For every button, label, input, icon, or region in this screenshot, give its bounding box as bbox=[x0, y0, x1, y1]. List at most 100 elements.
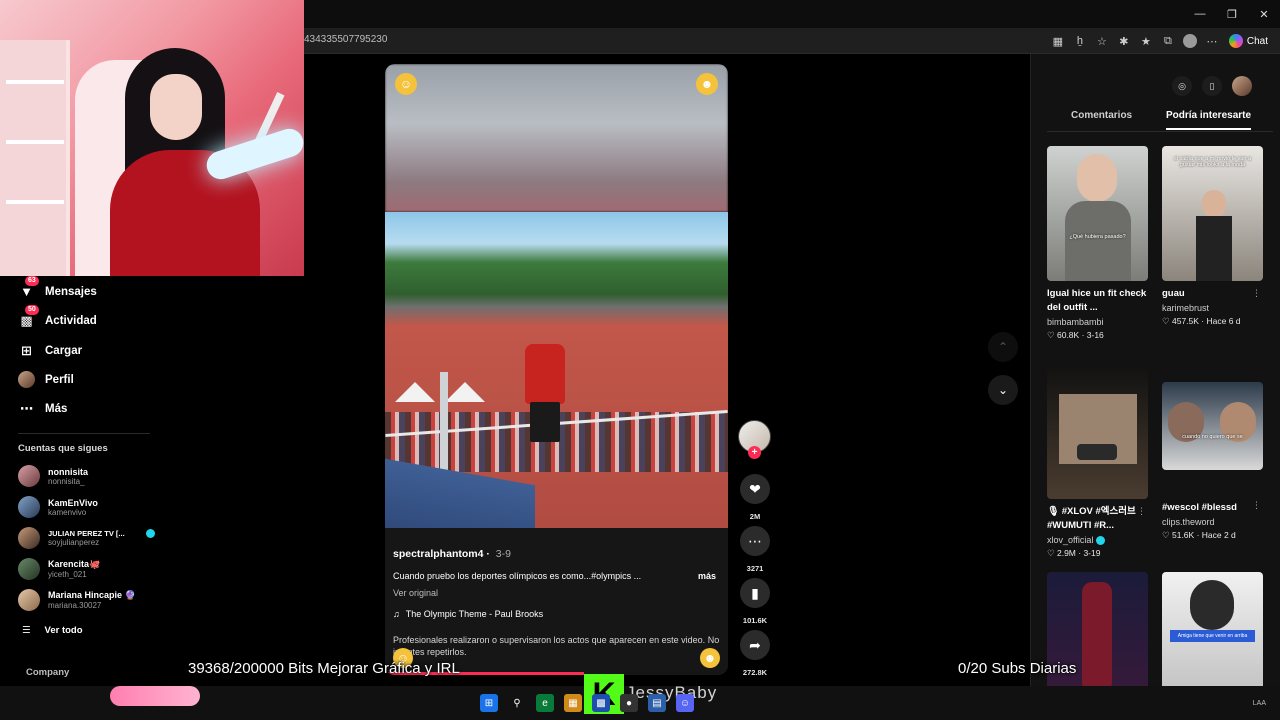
account-handle: soyjulianperez bbox=[48, 538, 100, 547]
more-options-icon[interactable]: ⋮ bbox=[1137, 288, 1146, 299]
card-title: #wescol #blessd bbox=[1162, 502, 1237, 513]
language-icon[interactable]: LAA bbox=[1253, 700, 1266, 707]
restore-icon[interactable]: ❐ bbox=[1216, 0, 1248, 28]
recommended-video-card[interactable]: si sabía que a mi novio le van a gustar … bbox=[1162, 146, 1263, 327]
chevron-up-icon: ⌃ bbox=[997, 340, 1009, 354]
blurred-backdrop bbox=[385, 64, 728, 212]
recommended-video-card[interactable]: cuando no quiero que se #wescol #blessd … bbox=[1162, 382, 1263, 541]
address-bar[interactable]: 434335507795230 ▦ ẖ ☆ ✱ ★ ⧉ ⋯ Chat bbox=[304, 28, 1280, 54]
device-icon[interactable]: ▯ bbox=[1202, 76, 1222, 96]
previous-video-button[interactable]: ⌃ bbox=[988, 332, 1018, 362]
video-player[interactable]: ☺ ☻ spectralphantom4 · 3-9 Cuando pruebo… bbox=[385, 64, 728, 675]
folder-icon[interactable]: ▦ bbox=[564, 694, 582, 712]
sidebar-item-cargar[interactable]: ⊞ Cargar bbox=[18, 342, 82, 359]
recommended-video-card[interactable]: ¿Qué hubiera pasado? Igual hice un fit c… bbox=[1047, 146, 1148, 341]
account-name: JULIAN PEREZ TV [... bbox=[48, 529, 125, 538]
video-author[interactable]: spectralphantom4 · 3-9 bbox=[393, 548, 511, 560]
search-icon[interactable]: ⚲ bbox=[508, 694, 526, 712]
post-date: 3-19 bbox=[1083, 548, 1101, 558]
account-name: KamEnVivo bbox=[48, 497, 98, 508]
start-icon[interactable]: ⊞ bbox=[480, 694, 498, 712]
company-link[interactable]: Company bbox=[26, 667, 69, 678]
see-more-link[interactable]: más bbox=[698, 571, 716, 581]
next-video-button[interactable]: ⌄ bbox=[988, 375, 1018, 405]
save-count: 101.6K bbox=[742, 616, 768, 625]
url-text[interactable]: 434335507795230 bbox=[304, 34, 387, 45]
card-stats: ♡ 60.8K · 3-16 bbox=[1047, 330, 1104, 340]
avatar bbox=[18, 465, 40, 487]
athlete bbox=[525, 344, 565, 404]
sidebar-item-perfil[interactable]: Perfil bbox=[18, 371, 74, 388]
more-options-icon[interactable]: ⋮ bbox=[1137, 506, 1146, 517]
followed-account[interactable]: Karencita🐙 yiceth_021 bbox=[18, 558, 100, 580]
tab-podria-interesarte[interactable]: Podría interesarte bbox=[1166, 110, 1252, 130]
more-options-icon[interactable]: ⋮ bbox=[1252, 500, 1261, 511]
profile-avatar[interactable] bbox=[1181, 32, 1199, 50]
live-icon[interactable]: ◎ bbox=[1172, 76, 1192, 96]
card-stats: ♡ 457.5K · Hace 6 d bbox=[1162, 316, 1241, 326]
edge-icon[interactable]: e bbox=[536, 694, 554, 712]
performer bbox=[1082, 582, 1112, 686]
like-count: 60.8K bbox=[1056, 330, 1080, 340]
sidebar-item-mensajes[interactable]: ▼ 63 Mensajes bbox=[18, 276, 97, 300]
obs-icon[interactable]: ● bbox=[620, 694, 638, 712]
minimize-icon[interactable]: — bbox=[1184, 0, 1216, 28]
store-icon[interactable]: ▩ bbox=[592, 694, 610, 712]
see-original-link[interactable]: Ver original bbox=[393, 588, 438, 598]
person-face bbox=[1202, 190, 1226, 218]
card-author: clips.theword bbox=[1162, 517, 1215, 527]
chat-label: Chat bbox=[1246, 35, 1268, 47]
video-thumbnail bbox=[1047, 364, 1148, 499]
thumbnail-caption: si sabía que a mi novio le van a gustar … bbox=[1173, 156, 1252, 168]
collections-icon[interactable]: ⧉ bbox=[1159, 32, 1177, 50]
post-date: Hace 2 d bbox=[1201, 530, 1236, 540]
like-button[interactable]: ❤ 2M bbox=[739, 474, 771, 521]
like-count: 2.9M bbox=[1056, 548, 1076, 558]
panel-toolbar: ◎ ▯ bbox=[1172, 76, 1252, 96]
tab-comentarios[interactable]: Comentarios bbox=[1071, 110, 1132, 121]
discord-icon[interactable]: ☺ bbox=[676, 694, 694, 712]
recommended-video-card[interactable]: Amiga tiene que venir en arriba bbox=[1162, 572, 1263, 686]
recommended-video-card[interactable]: 🎙 #XLOV #엑스러브 #WUMUTI #R... ⋮ xlov_offic… bbox=[1047, 364, 1148, 559]
sidebar-item-mas[interactable]: ⋯ Más bbox=[18, 400, 67, 417]
share-button[interactable]: ➦ 272.8K bbox=[739, 630, 771, 677]
post-date: Hace 6 d bbox=[1206, 316, 1241, 326]
avatar[interactable] bbox=[1232, 76, 1252, 96]
more-options-icon[interactable]: ⋮ bbox=[1252, 288, 1261, 299]
sidebar-item-label: Perfil bbox=[45, 373, 74, 386]
favorites-icon[interactable]: ★ bbox=[1137, 32, 1155, 50]
close-icon[interactable]: ✕ bbox=[1248, 0, 1280, 28]
safety-warning: Profesionales realizaron o supervisaron … bbox=[393, 635, 720, 657]
card-author-row: xlov_official bbox=[1047, 535, 1148, 545]
see-all-label: Ver todo bbox=[44, 625, 83, 636]
sidebar-item-label: Más bbox=[45, 402, 68, 415]
app-icon[interactable]: ▤ bbox=[648, 694, 666, 712]
shelf bbox=[0, 40, 70, 276]
card-title: guau bbox=[1162, 288, 1185, 299]
followed-account[interactable]: nonnisita nonnisita_ bbox=[18, 465, 88, 487]
sidebar-item-actividad[interactable]: ▩ 50 Actividad bbox=[18, 305, 97, 329]
verified-icon bbox=[145, 529, 155, 538]
app-available-icon[interactable]: ▦ bbox=[1049, 32, 1067, 50]
favorite-star-icon[interactable]: ☆ bbox=[1093, 32, 1111, 50]
ellipsis-icon: ⋯ bbox=[20, 400, 33, 416]
card-title: 🎙 #XLOV #엑스러브 #WUMUTI #R... bbox=[1047, 506, 1136, 531]
account-name: nonnisita bbox=[48, 466, 88, 477]
follow-plus-icon[interactable]: + bbox=[748, 446, 761, 459]
see-all-button[interactable]: ☰ Ver todo bbox=[22, 625, 83, 636]
translate-icon[interactable]: ẖ bbox=[1071, 32, 1089, 50]
copilot-chat-button[interactable]: Chat bbox=[1225, 34, 1272, 48]
music-info[interactable]: ♫ The Olympic Theme - Paul Brooks bbox=[393, 609, 543, 619]
comment-button[interactable]: ⋯ 3271 bbox=[739, 526, 771, 573]
post-date: 3-16 bbox=[1086, 330, 1104, 340]
more-options-icon[interactable]: ⋯ bbox=[1203, 32, 1221, 50]
extensions-icon[interactable]: ✱ bbox=[1115, 32, 1133, 50]
like-count: 457.5K bbox=[1171, 316, 1199, 326]
followed-account[interactable]: Mariana Hincapie 🔮 mariana.30027 bbox=[18, 589, 136, 611]
sidebar-item-label: Mensajes bbox=[45, 285, 97, 298]
followed-account[interactable]: KamEnVivo kamenvivo bbox=[18, 496, 98, 518]
save-button[interactable]: ▮ 101.6K bbox=[739, 578, 771, 625]
streamer-face bbox=[150, 74, 202, 140]
followed-account[interactable]: JULIAN PEREZ TV [... soyjulianperez bbox=[18, 527, 155, 549]
browser-toolbar: ▦ ẖ ☆ ✱ ★ ⧉ ⋯ Chat bbox=[1049, 32, 1272, 50]
